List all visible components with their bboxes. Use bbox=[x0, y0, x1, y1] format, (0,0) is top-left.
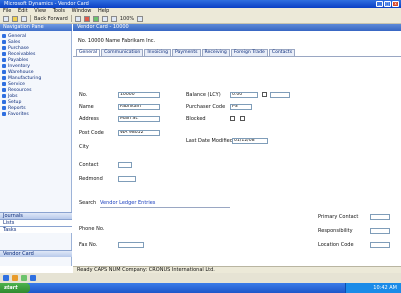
close-button[interactable]: x bbox=[392, 1, 399, 7]
tab-strip: General Communication Invoicing Payments… bbox=[76, 49, 296, 56]
print-icon[interactable] bbox=[74, 15, 81, 22]
balance-lookup-button[interactable] bbox=[262, 92, 267, 97]
field-label-last-modified: Last Date Modified bbox=[186, 138, 233, 144]
tab-divider bbox=[73, 56, 401, 57]
ie-icon[interactable] bbox=[3, 275, 9, 281]
folder-icon bbox=[2, 64, 6, 68]
field-label-contact: Contact bbox=[79, 162, 99, 168]
fax-field[interactable] bbox=[118, 242, 144, 248]
nav-section-lists[interactable]: Lists bbox=[0, 219, 72, 226]
field-label-responsibility: Responsibility bbox=[318, 228, 353, 234]
nav-footer: Vendor Card bbox=[0, 250, 72, 257]
search-label: Search bbox=[79, 200, 97, 206]
window-controls: _ □ x bbox=[376, 1, 399, 7]
help-icon[interactable] bbox=[137, 15, 144, 22]
field-label-no: No. bbox=[79, 92, 88, 98]
folder-icon bbox=[2, 94, 6, 98]
tab-communication[interactable]: Communication bbox=[101, 49, 144, 56]
folder-icon bbox=[2, 70, 6, 74]
field-label-blocked: Blocked bbox=[186, 116, 206, 122]
window-title-bar: Microsoft Dynamics - Vendor Card bbox=[0, 0, 401, 8]
save-icon[interactable] bbox=[21, 15, 27, 22]
app-icon[interactable] bbox=[21, 275, 27, 281]
sub-header: No. 10000 Name Fabrikam Inc. bbox=[78, 38, 156, 44]
folder-icon bbox=[2, 76, 6, 80]
new-icon[interactable] bbox=[3, 15, 9, 22]
toolbar-separator bbox=[30, 15, 31, 22]
status-bar: Ready CAPS NUM Company: CRONUS Internati… bbox=[73, 266, 401, 273]
name-field[interactable]: Fabrikam bbox=[118, 104, 160, 110]
location-field[interactable] bbox=[370, 242, 390, 248]
folder-icon bbox=[2, 88, 6, 92]
blocked-option-checkbox[interactable] bbox=[240, 116, 245, 121]
folder-icon[interactable] bbox=[12, 275, 18, 281]
no-field[interactable]: 10000 bbox=[118, 92, 160, 98]
post-code-field[interactable]: WA 98052 bbox=[118, 130, 160, 136]
nav-item-favorites[interactable]: Favorites bbox=[2, 111, 29, 117]
folder-icon bbox=[2, 40, 6, 44]
desktop-icon[interactable] bbox=[30, 275, 36, 281]
nav-section-tasks[interactable]: Tasks bbox=[0, 226, 72, 233]
page-title: Vendor Card - 10000 bbox=[73, 24, 401, 31]
tab-foreign-trade[interactable]: Foreign Trade bbox=[230, 49, 268, 56]
field-label-fax: Fax No. bbox=[79, 242, 98, 248]
navigation-pane-header: Navigation Pane bbox=[0, 24, 72, 31]
folder-icon bbox=[2, 82, 6, 86]
blocked-checkbox[interactable] bbox=[230, 116, 235, 121]
responsibility-field[interactable] bbox=[370, 228, 390, 234]
tab-invoicing[interactable]: Invoicing bbox=[144, 49, 172, 56]
open-folder-icon[interactable] bbox=[12, 15, 18, 22]
vendor-ledger-link[interactable]: Vendor Ledger Entries bbox=[100, 200, 155, 206]
field-label-city: City bbox=[79, 144, 89, 150]
primary-contact-field[interactable] bbox=[370, 214, 390, 220]
balance-extra-field[interactable] bbox=[270, 92, 290, 98]
folder-icon bbox=[2, 52, 6, 56]
folder-icon bbox=[2, 58, 6, 62]
field-label-post-code: Post Code bbox=[79, 130, 104, 136]
system-tray-clock: 10:42 AM bbox=[345, 283, 401, 293]
nav-text[interactable]: Back Forward bbox=[34, 16, 68, 22]
field-label-address: Address bbox=[79, 116, 99, 122]
search-underline bbox=[100, 207, 230, 208]
address-field[interactable]: Main St. bbox=[118, 116, 160, 122]
field-label-phone: Phone No. bbox=[79, 226, 105, 232]
tab-receiving[interactable]: Receiving bbox=[201, 49, 230, 56]
toolbar: Back Forward 100% bbox=[0, 14, 401, 24]
last-modified-field[interactable]: 01/12/08 bbox=[232, 138, 268, 144]
start-button[interactable]: start bbox=[0, 283, 30, 293]
tab-contacts[interactable]: Contacts bbox=[268, 49, 296, 56]
quick-launch-bar bbox=[0, 273, 401, 283]
nav-section-journals[interactable]: Journals bbox=[0, 212, 72, 219]
city-field[interactable] bbox=[118, 176, 136, 182]
delete-icon[interactable] bbox=[83, 15, 90, 22]
folder-icon bbox=[2, 100, 6, 104]
contact-field[interactable] bbox=[118, 162, 132, 168]
zoom-value[interactable]: 100% bbox=[120, 16, 134, 22]
balance-field[interactable]: 0.00 bbox=[230, 92, 258, 98]
filter-icon[interactable] bbox=[110, 15, 117, 22]
field-label-primary-contact: Primary Contact bbox=[318, 214, 359, 220]
tab-general[interactable]: General bbox=[76, 49, 101, 56]
field-label-purchaser-code: Purchaser Code bbox=[186, 104, 226, 110]
window-title: Microsoft Dynamics - Vendor Card bbox=[4, 1, 89, 7]
folder-icon bbox=[2, 34, 6, 38]
folder-icon bbox=[2, 46, 6, 50]
folder-icon bbox=[2, 106, 6, 110]
taskbar bbox=[0, 283, 401, 293]
tab-payments[interactable]: Payments bbox=[172, 49, 201, 56]
toolbar-separator bbox=[70, 15, 72, 22]
maximize-button[interactable]: □ bbox=[384, 1, 391, 7]
refresh-icon[interactable] bbox=[92, 15, 99, 22]
field-label-name: Name bbox=[79, 104, 94, 110]
field-label-balance: Balance (LCY) bbox=[186, 92, 221, 98]
purchaser-code-dropdown[interactable]: PS bbox=[230, 104, 252, 110]
field-label-city-value: Redmond bbox=[79, 176, 103, 182]
find-icon[interactable] bbox=[101, 15, 108, 22]
field-label-location: Location Code bbox=[318, 242, 354, 248]
star-icon bbox=[2, 112, 6, 116]
minimize-button[interactable]: _ bbox=[376, 1, 383, 7]
